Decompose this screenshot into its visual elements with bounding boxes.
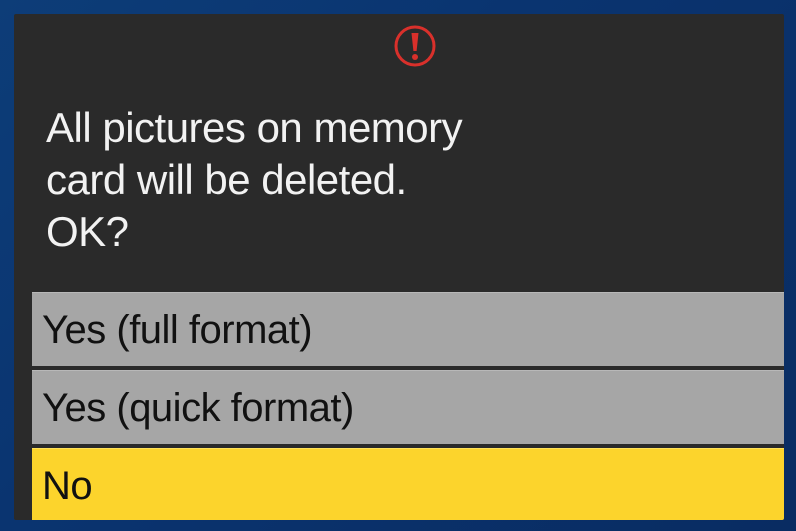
message-line-1: All pictures on memory xyxy=(46,104,463,151)
message-line-3: OK? xyxy=(46,208,129,255)
warning-exclamation-icon xyxy=(394,25,436,67)
option-list: Yes (full format) Yes (quick format) No xyxy=(32,292,784,520)
option-yes-quick-format[interactable]: Yes (quick format) xyxy=(32,370,784,444)
message-line-2: card will be deleted. xyxy=(46,156,407,203)
option-no[interactable]: No xyxy=(32,448,784,520)
confirm-message: All pictures on memory card will be dele… xyxy=(46,102,463,258)
option-yes-full-format[interactable]: Yes (full format) xyxy=(32,292,784,366)
format-confirm-dialog: All pictures on memory card will be dele… xyxy=(14,14,784,520)
